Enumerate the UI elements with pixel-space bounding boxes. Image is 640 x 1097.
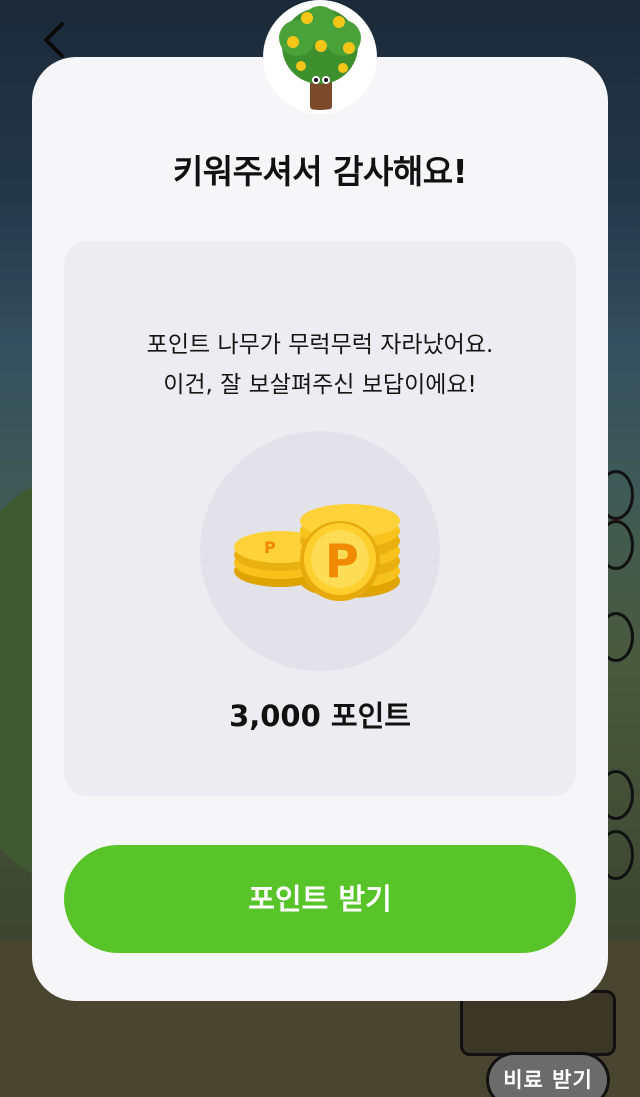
back-button[interactable] bbox=[38, 20, 74, 60]
svg-text:P: P bbox=[325, 534, 359, 588]
money-tree-avatar bbox=[263, 0, 377, 114]
reward-card: 포인트 나무가 무럭무럭 자라났어요. 이건, 잘 보살펴주신 보답이에요! P bbox=[64, 241, 576, 796]
reward-message: 포인트 나무가 무럭무럭 자라났어요. 이건, 잘 보살펴주신 보답이에요! bbox=[64, 325, 576, 405]
point-coins-icon: P P bbox=[234, 504, 400, 601]
fertilizer-button[interactable]: 비료 받기 bbox=[486, 1052, 610, 1097]
reward-message-line-2: 이건, 잘 보살펴주신 보답이에요! bbox=[163, 372, 477, 398]
reward-amount: 3,000 포인트 bbox=[229, 699, 411, 733]
reward-icon-container: P P bbox=[200, 431, 440, 671]
claim-points-button[interactable]: 포인트 받기 bbox=[64, 845, 576, 953]
reward-modal: 키워주셔서 감사해요! 포인트 나무가 무럭무럭 자라났어요. 이건, 잘 보살… bbox=[32, 57, 608, 1001]
modal-title: 키워주셔서 감사해요! bbox=[172, 152, 468, 191]
money-tree-icon bbox=[267, 4, 373, 110]
svg-text:P: P bbox=[264, 538, 276, 557]
chevron-left-icon bbox=[44, 22, 64, 58]
app-screen: 비료 받기 키워주셔서 감사해요! 포인트 나무가 무럭무럭 자라났어요. 이건… bbox=[0, 0, 640, 1097]
reward-message-line-1: 포인트 나무가 무럭무럭 자라났어요. bbox=[146, 332, 494, 358]
